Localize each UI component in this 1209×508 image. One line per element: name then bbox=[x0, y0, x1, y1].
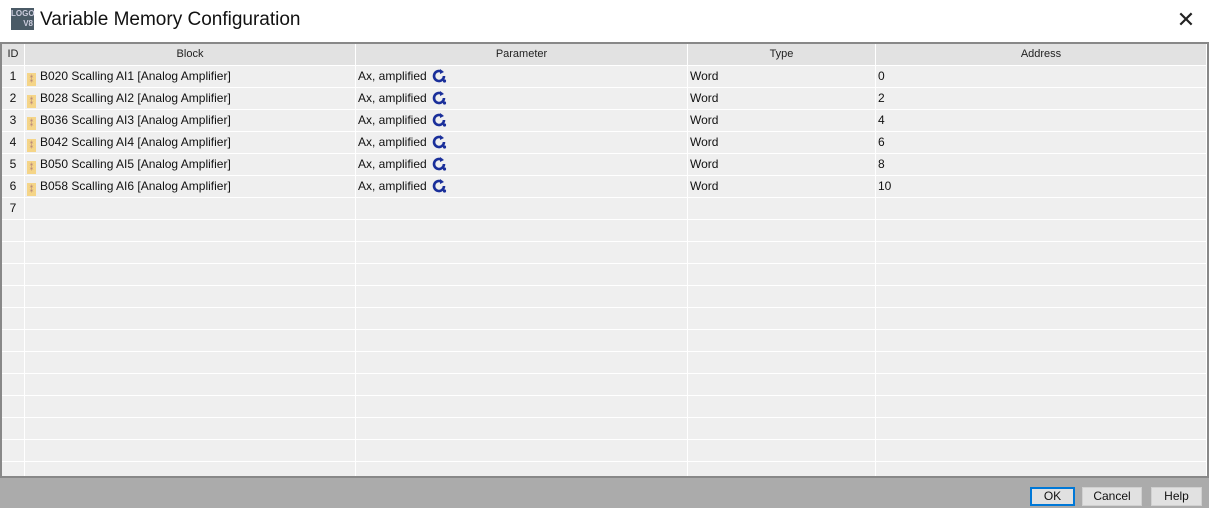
table-row-new[interactable]: 7 bbox=[2, 198, 1207, 220]
refresh-icon[interactable] bbox=[431, 134, 447, 150]
parameter-label: Ax, amplified bbox=[358, 69, 427, 83]
title-bar: LOGO V8 Variable Memory Configuration ✕ bbox=[0, 0, 1209, 42]
parameter-label: Ax, amplified bbox=[358, 135, 427, 149]
empty-row bbox=[2, 264, 1207, 286]
cell-id: 4 bbox=[2, 132, 25, 153]
empty-row bbox=[2, 286, 1207, 308]
cell-block[interactable]: ⁑ B042 Scalling AI4 [Analog Amplifier] bbox=[25, 132, 356, 153]
cell-block[interactable]: ⁑ B036 Scalling AI3 [Analog Amplifier] bbox=[25, 110, 356, 131]
cell-id: 2 bbox=[2, 88, 25, 109]
cancel-button[interactable]: Cancel bbox=[1082, 487, 1142, 506]
table-row[interactable]: 6 ⁑ B058 Scalling AI6 [Analog Amplifier] … bbox=[2, 176, 1207, 198]
cell-block[interactable] bbox=[25, 198, 356, 219]
block-label: B028 Scalling AI2 [Analog Amplifier] bbox=[40, 91, 231, 105]
parameter-label: Ax, amplified bbox=[358, 91, 427, 105]
block-label: B020 Scalling AI1 [Analog Amplifier] bbox=[40, 69, 231, 83]
cell-id: 6 bbox=[2, 176, 25, 197]
table-header: ID Block Parameter Type Address bbox=[2, 44, 1207, 66]
empty-row bbox=[2, 220, 1207, 242]
block-label: B036 Scalling AI3 [Analog Amplifier] bbox=[40, 113, 231, 127]
cell-type[interactable] bbox=[688, 198, 876, 219]
cell-type[interactable]: Word bbox=[688, 66, 876, 87]
cell-block[interactable]: ⁑ B050 Scalling AI5 [Analog Amplifier] bbox=[25, 154, 356, 175]
cell-parameter[interactable]: Ax, amplified bbox=[356, 110, 688, 131]
empty-row bbox=[2, 330, 1207, 352]
table-row[interactable]: 2 ⁑ B028 Scalling AI2 [Analog Amplifier] … bbox=[2, 88, 1207, 110]
cell-parameter[interactable]: Ax, amplified bbox=[356, 66, 688, 87]
cell-id: 5 bbox=[2, 154, 25, 175]
cell-parameter[interactable]: Ax, amplified bbox=[356, 132, 688, 153]
header-id[interactable]: ID bbox=[2, 44, 25, 65]
cell-block[interactable]: ⁑ B028 Scalling AI2 [Analog Amplifier] bbox=[25, 88, 356, 109]
ok-button[interactable]: OK bbox=[1030, 487, 1075, 506]
cell-id: 1 bbox=[2, 66, 25, 87]
variable-memory-table: ID Block Parameter Type Address 1 ⁑ B020 … bbox=[0, 42, 1209, 478]
cell-address[interactable]: 2 bbox=[876, 88, 1207, 109]
header-type[interactable]: Type bbox=[688, 44, 876, 65]
table-row[interactable]: 3 ⁑ B036 Scalling AI3 [Analog Amplifier] … bbox=[2, 110, 1207, 132]
header-address[interactable]: Address bbox=[876, 44, 1207, 65]
cell-address[interactable] bbox=[876, 198, 1207, 219]
cell-parameter[interactable]: Ax, amplified bbox=[356, 176, 688, 197]
block-label: B058 Scalling AI6 [Analog Amplifier] bbox=[40, 179, 231, 193]
cell-address[interactable]: 0 bbox=[876, 66, 1207, 87]
empty-row bbox=[2, 418, 1207, 440]
table-row[interactable]: 4 ⁑ B042 Scalling AI4 [Analog Amplifier] … bbox=[2, 132, 1207, 154]
block-icon: ⁑ bbox=[27, 183, 36, 196]
table-row[interactable]: 1 ⁑ B020 Scalling AI1 [Analog Amplifier] … bbox=[2, 66, 1207, 88]
cell-type[interactable]: Word bbox=[688, 154, 876, 175]
cell-type[interactable]: Word bbox=[688, 88, 876, 109]
empty-row bbox=[2, 308, 1207, 330]
empty-row bbox=[2, 396, 1207, 418]
block-icon: ⁑ bbox=[27, 161, 36, 174]
cell-address[interactable]: 10 bbox=[876, 176, 1207, 197]
refresh-icon[interactable] bbox=[431, 156, 447, 172]
help-button[interactable]: Help bbox=[1151, 487, 1202, 506]
cell-parameter[interactable]: Ax, amplified bbox=[356, 154, 688, 175]
empty-row bbox=[2, 440, 1207, 462]
parameter-label: Ax, amplified bbox=[358, 157, 427, 171]
block-label: B042 Scalling AI4 [Analog Amplifier] bbox=[40, 135, 231, 149]
cell-address[interactable]: 4 bbox=[876, 110, 1207, 131]
cell-address[interactable]: 8 bbox=[876, 154, 1207, 175]
block-label: B050 Scalling AI5 [Analog Amplifier] bbox=[40, 157, 231, 171]
block-icon: ⁑ bbox=[27, 117, 36, 130]
header-block[interactable]: Block bbox=[25, 44, 356, 65]
cell-type[interactable]: Word bbox=[688, 176, 876, 197]
cell-block[interactable]: ⁑ B058 Scalling AI6 [Analog Amplifier] bbox=[25, 176, 356, 197]
header-parameter[interactable]: Parameter bbox=[356, 44, 688, 65]
close-icon[interactable]: ✕ bbox=[1172, 6, 1200, 34]
empty-row bbox=[2, 352, 1207, 374]
cell-parameter[interactable]: Ax, amplified bbox=[356, 88, 688, 109]
block-icon: ⁑ bbox=[27, 139, 36, 152]
cell-id: 3 bbox=[2, 110, 25, 131]
logo-icon: LOGO V8 bbox=[11, 8, 35, 30]
empty-row bbox=[2, 462, 1207, 476]
cell-id: 7 bbox=[2, 198, 25, 219]
cell-parameter[interactable] bbox=[356, 198, 688, 219]
table-row[interactable]: 5 ⁑ B050 Scalling AI5 [Analog Amplifier] … bbox=[2, 154, 1207, 176]
parameter-label: Ax, amplified bbox=[358, 113, 427, 127]
button-bar: OK Cancel Help bbox=[0, 478, 1209, 508]
cell-type[interactable]: Word bbox=[688, 132, 876, 153]
empty-row bbox=[2, 374, 1207, 396]
block-icon: ⁑ bbox=[27, 73, 36, 86]
block-icon: ⁑ bbox=[27, 95, 36, 108]
refresh-icon[interactable] bbox=[431, 68, 447, 84]
parameter-label: Ax, amplified bbox=[358, 179, 427, 193]
window-title: Variable Memory Configuration bbox=[40, 9, 301, 30]
refresh-icon[interactable] bbox=[431, 90, 447, 106]
refresh-icon[interactable] bbox=[431, 112, 447, 128]
cell-block[interactable]: ⁑ B020 Scalling AI1 [Analog Amplifier] bbox=[25, 66, 356, 87]
refresh-icon[interactable] bbox=[431, 178, 447, 194]
empty-row bbox=[2, 242, 1207, 264]
cell-address[interactable]: 6 bbox=[876, 132, 1207, 153]
cell-type[interactable]: Word bbox=[688, 110, 876, 131]
